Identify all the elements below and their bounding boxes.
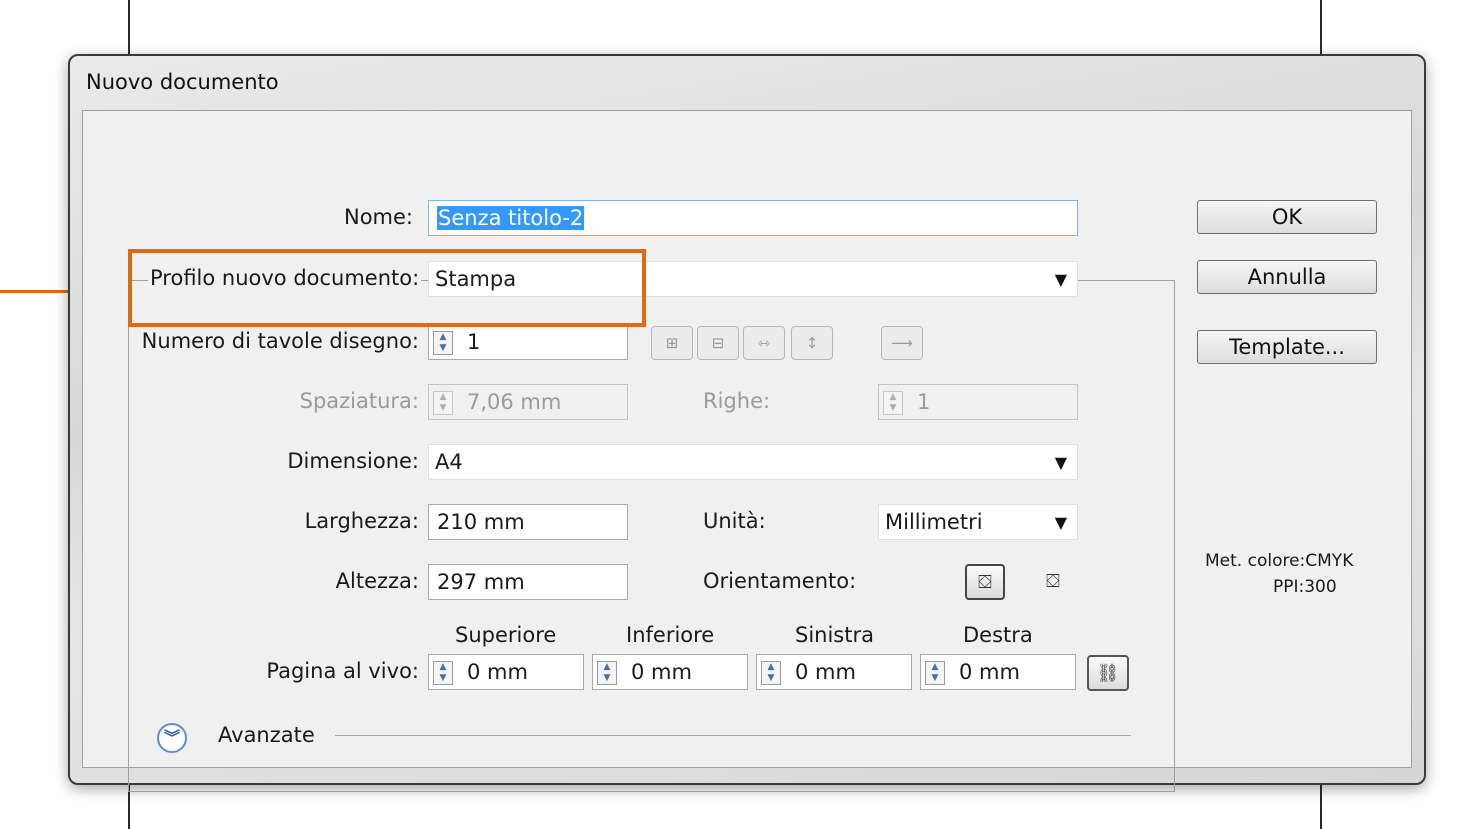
artboards-stepper[interactable]: ▲ ▼ 1 [428, 324, 628, 360]
chevron-down-icon: ▼ [1054, 513, 1067, 532]
bleed-left-value: 0 mm [795, 660, 856, 684]
bleed-top-stepper[interactable]: ▲ ▼ 0 mm [428, 654, 584, 690]
rows-value: 1 [917, 390, 931, 414]
spacing-stepper[interactable]: ▲ ▼ 7,06 mm [428, 384, 628, 420]
new-document-dialog: Nuovo documento Nome: Senza titolo-2 Pro… [68, 54, 1426, 792]
color-mode-info: Met. colore:CMYK [1205, 551, 1354, 571]
dialog-client-area: Nome: Senza titolo-2 Profilo nuovo docum… [82, 110, 1412, 792]
units-label: Unità: [703, 509, 766, 533]
height-label: Altezza: [335, 569, 419, 593]
name-label: Nome: [343, 205, 413, 229]
chain-link-icon[interactable]: ⛓ [1087, 655, 1129, 691]
advanced-separator [335, 735, 1131, 736]
spin-arrows-icon[interactable]: ▲ ▼ [761, 661, 781, 685]
chevron-down-icon: ▼ [1054, 453, 1067, 472]
bleed-top-value: 0 mm [467, 660, 528, 684]
bleed-bottom-value: 0 mm [631, 660, 692, 684]
artboards-highlight-box [128, 249, 646, 327]
units-dropdown[interactable]: Millimetri ▼ [878, 504, 1078, 540]
bleed-right-stepper[interactable]: ▲ ▼ 0 mm [920, 654, 1076, 690]
name-input-value: Senza titolo-2 [437, 206, 585, 230]
bleed-left-stepper[interactable]: ▲ ▼ 0 mm [756, 654, 912, 690]
bleed-header-left: Sinistra [795, 623, 874, 647]
spin-arrows-icon[interactable]: ▲ ▼ [883, 391, 903, 415]
dialog-title: Nuovo documento [86, 70, 279, 94]
width-label: Larghezza: [304, 509, 419, 533]
rows-stepper[interactable]: ▲ ▼ 1 [878, 384, 1078, 420]
advanced-label[interactable]: Avanzate [218, 723, 315, 747]
spacing-label: Spaziatura: [299, 389, 419, 413]
spacing-value: 7,06 mm [467, 390, 562, 414]
bleed-label: Pagina al vivo: [266, 659, 419, 683]
spin-arrows-icon[interactable]: ▲ ▼ [433, 391, 453, 415]
background-guide-left [128, 0, 130, 60]
spin-arrows-icon[interactable]: ▲ ▼ [925, 661, 945, 685]
width-value: 210 mm [437, 510, 525, 534]
template-button[interactable]: Template... [1197, 330, 1377, 364]
height-value: 297 mm [437, 570, 525, 594]
cancel-button[interactable]: Annulla [1197, 260, 1377, 294]
bleed-header-top: Superiore [455, 623, 557, 647]
chevron-down-icon[interactable]: ︾ [157, 723, 187, 753]
rows-label: Righe: [703, 389, 771, 413]
spin-arrows-icon[interactable]: ▲ ▼ [433, 331, 453, 355]
grid-by-column-icon[interactable]: ⊟ [697, 326, 739, 360]
ok-button[interactable]: OK [1197, 200, 1377, 234]
ppi-info: PPI:300 [1273, 577, 1337, 597]
size-dropdown-value: A4 [435, 450, 463, 474]
arrange-by-column-icon[interactable]: ↕ [791, 326, 833, 360]
portrait-orientation-icon[interactable]: ⛋ [965, 564, 1005, 600]
chevron-down-icon: ▼ [1054, 270, 1067, 289]
bleed-right-value: 0 mm [959, 660, 1020, 684]
size-label: Dimensione: [287, 449, 419, 473]
name-input[interactable]: Senza titolo-2 [428, 200, 1078, 236]
height-input[interactable]: 297 mm [428, 564, 628, 600]
orientation-label: Orientamento: [703, 569, 857, 593]
landscape-orientation-icon[interactable]: ⛋ [1033, 564, 1073, 600]
spin-arrows-icon[interactable]: ▲ ▼ [597, 661, 617, 685]
background-guide-right [1320, 0, 1322, 60]
bleed-bottom-stepper[interactable]: ▲ ▼ 0 mm [592, 654, 748, 690]
artboards-value: 1 [467, 330, 481, 354]
bleed-header-right: Destra [963, 623, 1033, 647]
background-guide-right-bottom [1320, 778, 1322, 829]
width-input[interactable]: 210 mm [428, 504, 628, 540]
grid-by-row-icon[interactable]: ⊞ [651, 326, 693, 360]
size-dropdown[interactable]: A4 ▼ [428, 444, 1078, 480]
arrange-by-row-icon[interactable]: ⇿ [743, 326, 785, 360]
artboards-label: Numero di tavole disegno: [141, 329, 419, 353]
bleed-header-bottom: Inferiore [626, 623, 715, 647]
arrow-right-icon[interactable]: ⟶ [881, 326, 923, 360]
units-dropdown-value: Millimetri [885, 510, 983, 534]
spin-arrows-icon[interactable]: ▲ ▼ [433, 661, 453, 685]
